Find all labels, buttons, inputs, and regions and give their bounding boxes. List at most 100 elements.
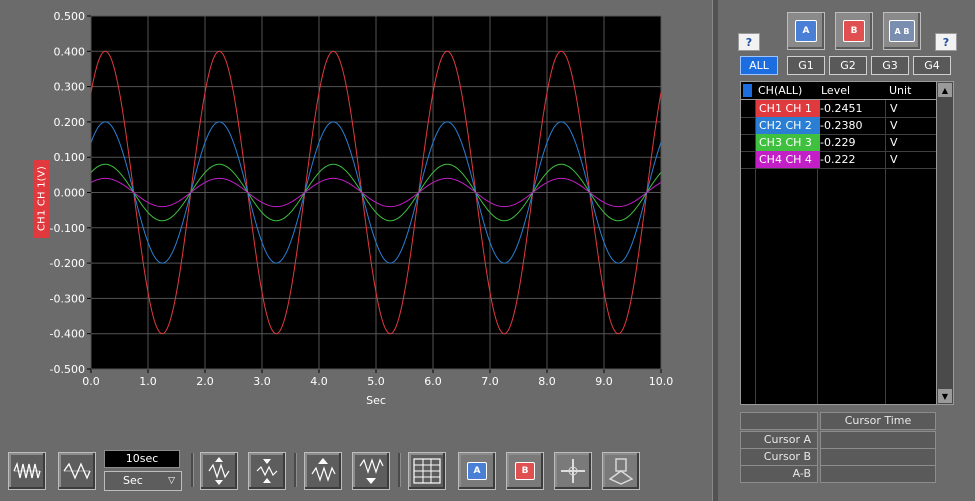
header-level[interactable]: Level [821,82,883,99]
x-tick-label: 2.0 [196,375,214,388]
level-cell: -0.229 [820,136,856,149]
x-tick-label: 10.0 [649,375,674,388]
waveform-icon [63,462,91,480]
group-tab-g1[interactable]: G1 [787,56,825,75]
level-cell: -0.2380 [820,119,863,132]
x-tick-label: 6.0 [424,375,442,388]
grid-table-icon [413,458,441,484]
x-tick-label: 9.0 [595,375,613,388]
time-unit-select[interactable]: Sec ▽ [104,471,182,491]
cursor-b-button[interactable]: B [835,12,873,50]
header-unit[interactable]: Unit [889,82,935,99]
expand-vertical-button[interactable] [200,452,238,490]
unit-cell: V [890,136,898,149]
select-all-marker[interactable] [743,84,752,97]
cursor-b-label: Cursor B [740,448,818,466]
group-tab-all[interactable]: ALL [740,56,778,75]
auto-scale-button[interactable] [8,452,46,490]
x-tick-label: 8.0 [538,375,556,388]
unit-cell: V [890,102,898,115]
cursor-a-icon: A [795,20,817,42]
cursor-b-time [820,448,936,466]
scroll-down-icon[interactable]: ▼ [938,389,952,403]
unit-cell: V [890,153,898,166]
help-button-left[interactable]: ? [738,33,760,51]
y-tick-label: -0.200 [50,257,85,270]
marker-button[interactable] [602,452,640,490]
x-tick-label: 4.0 [310,375,328,388]
waveform-compress-icon [13,461,41,479]
channel-cell: CH3 CH 3 [756,134,820,151]
x-tick-label: 1.0 [139,375,157,388]
normal-scale-button[interactable] [58,452,96,490]
cursor-b-toggle[interactable]: B [506,452,544,490]
cursor-ab-button[interactable]: A B [883,12,921,50]
crosshair-icon [561,459,585,483]
compress-vertical-button[interactable] [248,452,286,490]
shift-down-button[interactable] [352,452,390,490]
time-unit-value: Sec [123,474,143,487]
table-row[interactable]: CH2 CH 2 -0.2380 V [741,117,937,135]
cursor-a-icon: A [467,462,487,480]
expand-vertical-icon [208,457,230,485]
cursor-b-icon: B [515,462,535,480]
cursor-a-button[interactable]: A [787,12,825,50]
cursor-ab-label: A-B [740,465,818,483]
y-tick-label: -0.100 [50,222,85,235]
cursor-b-icon: B [843,20,865,42]
group-tab-g4[interactable]: G4 [913,56,951,75]
x-axis-label: Sec [366,394,386,407]
cursor-a-label: Cursor A [740,431,818,449]
table-scrollbar[interactable]: ▲ ▼ [936,81,954,405]
cursor-time-header: Cursor Time [820,412,936,430]
table-row[interactable]: CH4 CH 4 -0.222 V [741,151,937,169]
x-tick-label: 3.0 [253,375,271,388]
chart-svg[interactable]: 0.0 1.0 2.0 3.0 4.0 5.0 6.0 7.0 8.0 9.0 10.0 0.500 0… [0,0,712,420]
y-tick-label: 0.500 [54,10,86,23]
cursor-ab-icon: A B [889,20,915,42]
x-tick-label: 5.0 [367,375,385,388]
level-cell: -0.222 [820,153,856,166]
y-tick-label: 0.100 [54,151,86,164]
y-tick-label: -0.500 [50,363,85,376]
chevron-down-icon: ▽ [168,476,175,486]
plot-area: CH1 CH 1(V) 0.0 1.0 2.0 3.0 4.0 5.0 6.0 7.0 8.0 9… [0,0,712,501]
y-tick-label: 0.200 [54,116,86,129]
x-tick-label: 7.0 [481,375,499,388]
channel-table: CH(ALL) Level Unit CH1 CH 1 -0.2451 V CH… [740,81,938,405]
table-row[interactable]: CH1 CH 1 -0.2451 V [741,100,937,118]
toolbar-divider [191,453,194,487]
grid-view-button[interactable] [408,452,446,490]
scroll-up-icon[interactable]: ▲ [938,83,952,97]
group-tab-g2[interactable]: G2 [829,56,867,75]
crosshair-button[interactable] [554,452,592,490]
cursor-a-time [820,431,936,449]
compress-vertical-icon [256,459,278,483]
group-tab-g3[interactable]: G3 [871,56,909,75]
table-row[interactable]: CH3 CH 3 -0.229 V [741,134,937,152]
shift-up-icon [311,458,336,482]
toolbar-divider [294,453,297,487]
level-cell: -0.2451 [820,102,863,115]
shift-up-button[interactable] [304,452,342,490]
x-tick-label: 0.0 [82,375,100,388]
channel-cell: CH2 CH 2 [756,117,820,134]
cursor-ab-time [820,465,936,483]
header-channel[interactable]: CH(ALL) [758,82,816,99]
unit-cell: V [890,119,898,132]
cursor-table-corner [740,412,818,430]
shift-down-icon [359,458,384,484]
y-tick-label: 0.400 [54,45,86,58]
y-tick-label: 0.300 [54,81,86,94]
help-button-right[interactable]: ? [935,33,957,51]
channel-cell: CH1 CH 1 [756,100,820,117]
y-tick-label: -0.400 [50,328,85,341]
channel-cell: CH4 CH 4 [756,151,820,168]
toolbar-divider [398,453,401,487]
cursor-a-toggle[interactable]: A [458,452,496,490]
time-range-value[interactable]: 10sec [104,450,180,468]
y-tick-label: 0.000 [54,187,86,200]
table-header: CH(ALL) Level Unit [741,82,937,100]
y-tick-label: -0.300 [50,292,85,305]
marker-icon [608,458,634,485]
